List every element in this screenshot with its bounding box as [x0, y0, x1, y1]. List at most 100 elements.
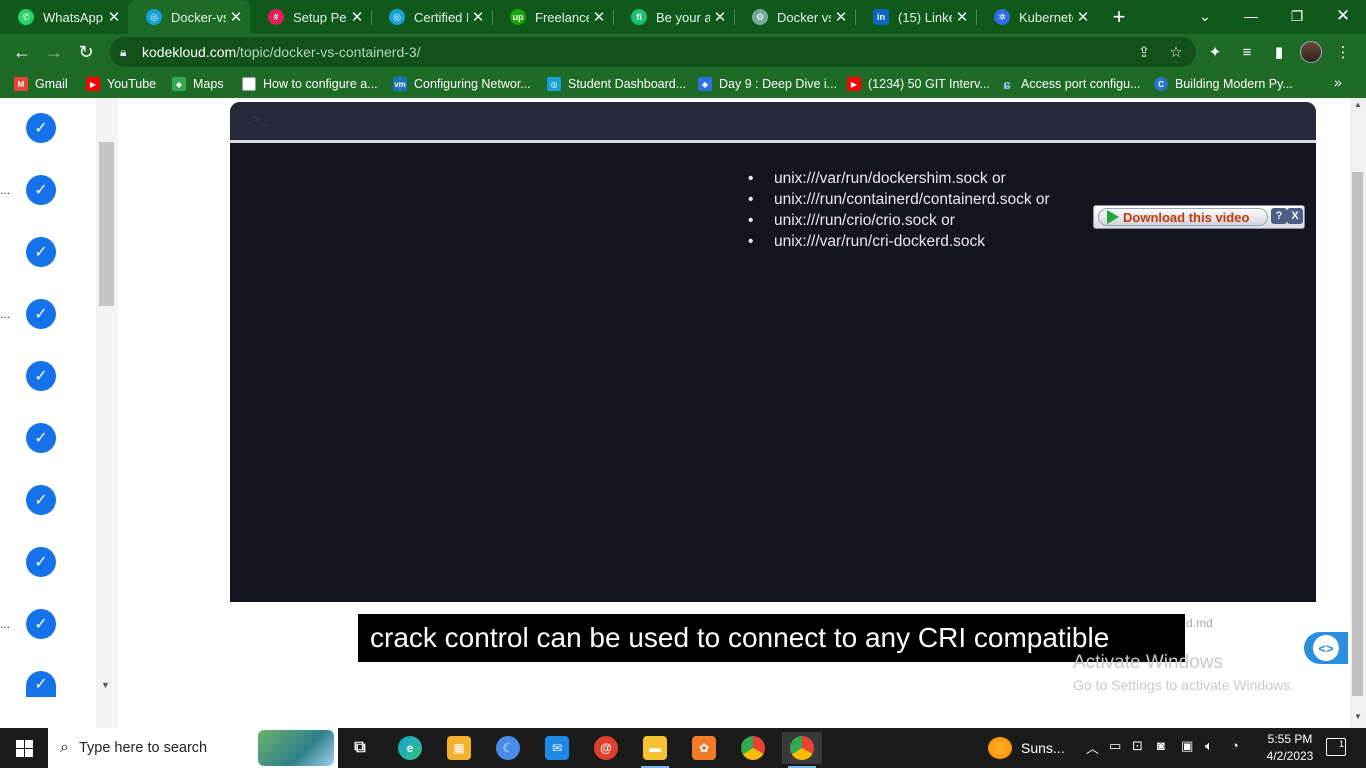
socket-item: unix:///var/run/dockershim.sock or — [748, 168, 1050, 189]
phone-link-icon[interactable]: ☾ — [488, 732, 528, 764]
tab-kubernetes[interactable]: ✲ Kubernete ✕ — [976, 0, 1097, 34]
webcam-icon[interactable]: ◙ — [1157, 738, 1165, 753]
scroll-down-icon[interactable]: ▼ — [101, 680, 110, 690]
close-icon[interactable]: ✕ — [347, 8, 367, 26]
mail-icon[interactable]: ✉ — [537, 732, 577, 764]
close-icon[interactable]: ✕ — [468, 8, 488, 26]
tab-docker-vs-active[interactable]: ◎ Docker-vs- ✕ — [128, 0, 250, 34]
close-icon[interactable]: X — [1287, 208, 1303, 224]
media-queue-icon[interactable]: ≡ — [1234, 39, 1260, 65]
completed-check-icon[interactable]: ✓ — [26, 485, 56, 515]
socket-item: unix:///run/crio/crio.sock or — [748, 210, 1050, 231]
bookmark-day-9[interactable]: ◆ Day 9 : Deep Dive i... — [698, 74, 837, 94]
reload-icon[interactable]: ↻ — [72, 38, 100, 66]
completed-check-icon[interactable]: ✓ — [26, 423, 56, 453]
bookmark-building-modern-py[interactable]: C Building Modern Py... — [1154, 74, 1293, 94]
address-bar[interactable]: 🔒︎ kodekloud.com/topic/docker-vs-contain… — [110, 37, 1196, 67]
hidden-icons-chevron-icon[interactable]: ︿ — [1086, 738, 1099, 757]
completed-check-icon[interactable]: ✓ — [26, 113, 56, 143]
bookmark-label: Maps — [193, 77, 224, 91]
page-scrollbar[interactable]: ▲ ▼ — [1350, 98, 1366, 728]
scroll-down-icon[interactable]: ▼ — [1354, 712, 1362, 721]
office-app-icon[interactable]: ✿ — [684, 732, 724, 764]
volume-icon[interactable]: 🔈︎ — [1205, 738, 1213, 754]
tab-certified-k[interactable]: ◎ Certified K ✕ — [371, 0, 492, 34]
chrome-profile-icon[interactable] — [782, 732, 822, 768]
forward-icon[interactable]: → — [40, 38, 68, 66]
profile-avatar[interactable] — [1300, 41, 1322, 63]
menu-kebab-icon[interactable]: ⋮ — [1330, 39, 1356, 65]
bookmark-how-to-configure[interactable]: How to configure a... — [242, 74, 378, 94]
sidebar-scroll-thumb[interactable] — [99, 142, 114, 306]
tab-docker-vs-chatgpt[interactable]: ⚙ Docker vs ✕ — [734, 0, 855, 34]
close-icon[interactable]: ✕ — [104, 8, 124, 26]
spiral-app-icon[interactable]: @ — [586, 732, 626, 764]
tab-be-your-awesome[interactable]: fi Be your aw ✕ — [613, 0, 734, 34]
chrome-icon[interactable] — [733, 732, 773, 764]
clock-date: 4/2/2023 — [1266, 749, 1314, 763]
lesson-title-truncated[interactable]: ... — [0, 183, 10, 197]
spiral-glyph: @ — [594, 736, 618, 760]
tab-linkedin[interactable]: in (15) Linked ✕ — [855, 0, 976, 34]
completed-check-icon[interactable]: ✓ — [26, 237, 56, 267]
window-close-icon[interactable]: ✕ — [1320, 0, 1366, 32]
system-clock[interactable]: 5:55 PM 4/2/2023 — [1256, 731, 1324, 765]
bookmark-git-interview[interactable]: ▶ (1234) 50 GIT Interv... — [847, 74, 990, 94]
new-tab-icon[interactable]: + — [1108, 4, 1130, 30]
page-scroll-thumb[interactable] — [1352, 172, 1363, 696]
close-icon[interactable]: ✕ — [589, 8, 609, 26]
battery-icon[interactable]: ▭ — [1109, 738, 1121, 754]
tab-setup-people[interactable]: # Setup Peop ✕ — [250, 0, 371, 34]
weather-widget[interactable]: Suns... — [988, 728, 1065, 768]
bookmark-star-icon[interactable]: ☆ — [1162, 37, 1190, 67]
edge-icon[interactable]: e — [390, 732, 430, 764]
bookmark-maps[interactable]: ◆ Maps — [172, 74, 224, 94]
close-icon[interactable]: ✕ — [952, 8, 972, 26]
sidebar-scrollbar[interactable]: ▼ — [96, 98, 118, 728]
restore-icon[interactable]: ❐ — [1274, 0, 1320, 32]
display-icon[interactable]: ▣ — [1181, 738, 1193, 754]
tab-search-icon[interactable]: ⌄ — [1182, 0, 1228, 32]
back-icon[interactable]: ← — [8, 38, 36, 66]
wifi-icon[interactable]: ◔ — [1231, 738, 1239, 753]
completed-check-icon[interactable]: ✓ — [26, 609, 56, 639]
network-device-icon[interactable]: ⊡ — [1132, 738, 1143, 754]
start-button[interactable] — [0, 728, 48, 768]
close-icon[interactable]: ✕ — [831, 8, 851, 26]
extensions-icon[interactable]: ✦ — [1202, 39, 1228, 65]
close-icon[interactable]: ✕ — [710, 8, 730, 26]
side-panel-icon[interactable]: ▮ — [1266, 39, 1292, 65]
close-icon[interactable]: ✕ — [1073, 8, 1093, 26]
browser-toolbar: ← → ↻ 🔒︎ kodekloud.com/topic/docker-vs-c… — [0, 34, 1366, 70]
bookmark-configuring-network[interactable]: vm Configuring Networ... — [393, 74, 531, 94]
taskbar-search[interactable]: ⌕ Type here to search — [48, 728, 338, 768]
minimize-icon[interactable]: — — [1228, 0, 1274, 32]
download-video-button[interactable]: Download this video — [1098, 208, 1268, 226]
completed-check-icon[interactable]: ✓ — [26, 175, 56, 205]
tab-title: Setup Peop — [293, 9, 347, 25]
completed-check-icon[interactable]: ✓ — [26, 547, 56, 577]
completed-check-icon[interactable]: ✓ — [26, 671, 56, 697]
more-bookmarks-icon[interactable]: » — [1334, 74, 1342, 90]
lesson-title-truncated[interactable]: ... — [0, 617, 10, 631]
lock-icon[interactable]: 🔒︎ — [120, 45, 134, 60]
store-icon[interactable]: ▦ — [439, 732, 479, 764]
bookmark-gmail[interactable]: M Gmail — [14, 74, 68, 94]
notification-icon[interactable]: 1 — [1326, 738, 1346, 756]
bookmark-access-port[interactable]: ɕ Access port configu... — [1000, 74, 1141, 94]
help-icon[interactable]: ? — [1271, 208, 1287, 224]
tab-freelance[interactable]: up Freelance ✕ — [492, 0, 613, 34]
completed-check-icon[interactable]: ✓ — [26, 299, 56, 329]
close-icon[interactable]: ✕ — [226, 8, 246, 26]
code-widget-button[interactable]: <> — [1304, 632, 1348, 664]
bookmark-student-dashboard[interactable]: ◎ Student Dashboard... — [547, 74, 686, 94]
completed-check-icon[interactable]: ✓ — [26, 361, 56, 391]
task-view-icon[interactable]: ⧉ — [340, 732, 380, 764]
lesson-title-truncated[interactable]: ... — [0, 307, 10, 321]
file-explorer-icon[interactable]: ▬ — [635, 732, 675, 768]
video-player[interactable]: >_ unix:///var/run/dockershim.sock or un… — [230, 102, 1316, 602]
scroll-up-icon[interactable]: ▲ — [1354, 100, 1362, 109]
tab-whatsapp[interactable]: ✆ WhatsApp ✕ — [0, 0, 128, 34]
bookmark-youtube[interactable]: ▶ YouTube — [86, 74, 156, 94]
share-icon[interactable]: ⇪ — [1130, 37, 1158, 67]
